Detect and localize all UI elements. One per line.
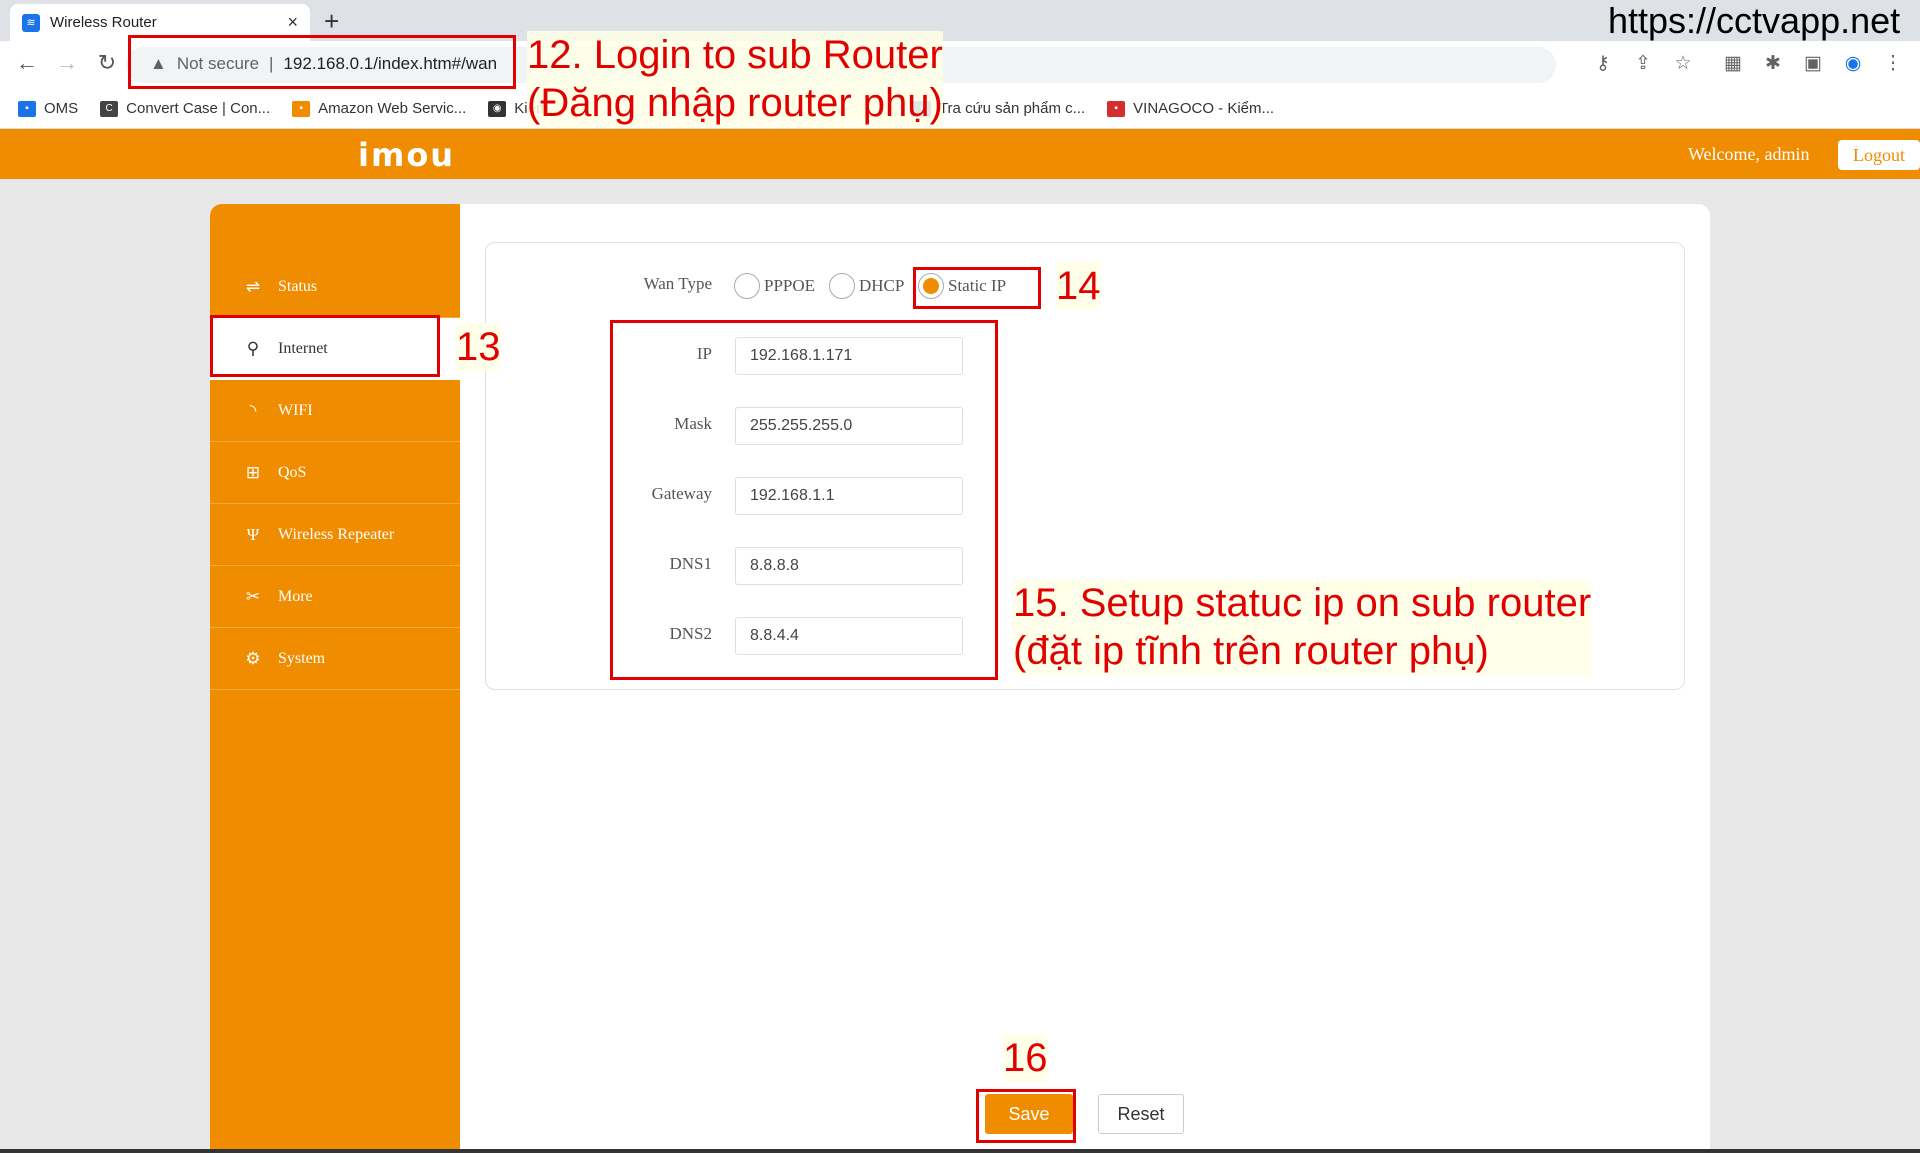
tab-title: Wireless Router	[50, 14, 157, 31]
reset-button[interactable]: Reset	[1098, 1094, 1184, 1134]
share-icon[interactable]: ⇪	[1630, 52, 1656, 75]
sidebar-item-wifi[interactable]: ◝ WIFI	[210, 380, 460, 442]
annotation-13: 13	[456, 323, 501, 371]
sidebar-item-more[interactable]: ✂ More	[210, 566, 460, 628]
back-icon[interactable]: ←	[12, 50, 42, 76]
tab-close-icon[interactable]: ×	[287, 12, 298, 33]
gear-icon: ⚙	[245, 648, 261, 668]
imou-logo: imou	[358, 136, 456, 174]
sidebar-item-status[interactable]: ⇌ Status	[210, 256, 460, 318]
reload-icon[interactable]: ↻	[92, 50, 122, 76]
radio-circle	[734, 273, 760, 299]
annotation-15-line1: 15. Setup statuc ip on sub router	[1013, 581, 1592, 625]
new-tab-button[interactable]: +	[324, 6, 339, 37]
annotation-box-url	[128, 35, 516, 89]
profile-icon[interactable]: ◉	[1840, 52, 1866, 75]
key-icon[interactable]: ⚷	[1590, 52, 1616, 75]
annotation-12: 12. Login to sub Router (Đăng nhập route…	[527, 31, 943, 127]
forward-icon[interactable]: →	[52, 50, 82, 76]
tools-icon: ✂	[245, 586, 261, 606]
annotation-15: 15. Setup statuc ip on sub router (đặt i…	[1013, 579, 1592, 675]
annotation-16: 16	[1003, 1034, 1048, 1082]
bottom-bar	[0, 1149, 1920, 1153]
annotation-12-line1: 12. Login to sub Router	[527, 33, 943, 77]
wifi-icon: ◝	[249, 400, 257, 420]
sidebar-item-wireless-repeater[interactable]: Ψ Wireless Repeater	[210, 504, 460, 566]
extensions-icon[interactable]: ✱	[1760, 52, 1786, 75]
radio-circle	[829, 273, 855, 299]
router-header	[0, 129, 1920, 179]
sidebar-item-qos[interactable]: ⊞ QoS	[210, 442, 460, 504]
box-icon: ▪	[292, 100, 311, 117]
annotation-15-line2: (đặt ip tĩnh trên router phụ)	[1013, 629, 1489, 673]
qr-icon[interactable]: ▦	[1720, 52, 1746, 75]
annotation-box-static-ip	[913, 267, 1041, 309]
radio-pppoe[interactable]: PPPOE	[734, 273, 815, 299]
router-icon: ⇌	[245, 276, 261, 296]
star-icon[interactable]: ☆	[1670, 52, 1696, 75]
bookmark-convert-case[interactable]: C Convert Case | Con...	[100, 100, 270, 117]
menu-icon[interactable]: ⋮	[1880, 52, 1906, 75]
wifi-favicon-icon: ≋	[22, 13, 40, 32]
watermark-url: https://cctvapp.net	[1608, 0, 1901, 41]
annotation-box-save	[976, 1089, 1076, 1143]
sidebar-item-system[interactable]: ⚙ System	[210, 628, 460, 690]
welcome-text: Welcome, admin	[1688, 144, 1810, 164]
bookmark-oms[interactable]: ▪ OMS	[18, 100, 78, 117]
logout-button[interactable]: Logout	[1838, 140, 1920, 170]
cc-icon: C	[100, 100, 119, 117]
annotation-box-fields	[610, 320, 998, 680]
oms-icon: ▪	[18, 100, 36, 117]
radio-dhcp[interactable]: DHCP	[829, 273, 904, 299]
wan-type-label: Wan Type	[643, 274, 712, 293]
antenna-icon: Ψ	[246, 524, 260, 544]
eye-icon: ◉	[488, 100, 507, 117]
bookmark-aws[interactable]: ▪ Amazon Web Servic...	[292, 100, 466, 117]
annotation-12-line2: (Đăng nhập router phụ)	[527, 81, 943, 125]
annotation-box-internet	[210, 315, 440, 377]
bookmarks-bar: ▪ OMS C Convert Case | Con... ▪ Amazon Web …	[0, 89, 1920, 129]
qos-icon: ⊞	[245, 462, 261, 482]
sidepanel-icon[interactable]: ▣	[1800, 52, 1826, 75]
bookmark-vinagoco[interactable]: ▪ VINAGOCO - Kiểm...	[1107, 100, 1274, 117]
vinagoco-icon: ▪	[1107, 100, 1126, 117]
annotation-14: 14	[1056, 262, 1101, 310]
